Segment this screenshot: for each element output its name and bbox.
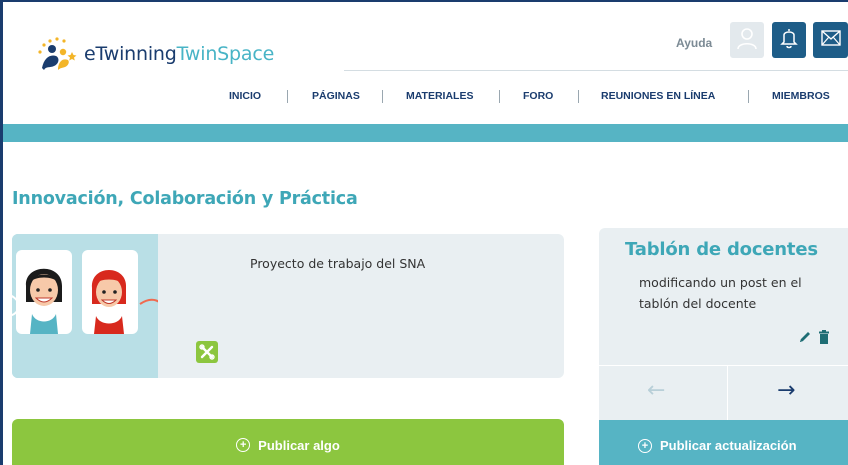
tools-icon[interactable]	[196, 341, 218, 363]
board-post-actions	[798, 329, 830, 348]
publish-update-button[interactable]: + Publicar actualización	[599, 420, 848, 465]
publish-something-button[interactable]: + Publicar algo	[12, 419, 564, 465]
page-title: Innovación, Colaboración y Práctica	[12, 189, 358, 209]
logo-figure-icon	[32, 30, 82, 72]
user-button[interactable]	[730, 22, 764, 58]
nav-separator	[499, 90, 500, 103]
plus-circle-icon: +	[236, 438, 251, 452]
publish-something-label: Publicar algo	[258, 437, 340, 453]
nav-separator	[287, 90, 288, 103]
nav-item-materiales[interactable]: MATERIALES	[406, 90, 473, 102]
header-band	[3, 124, 848, 142]
plus-circle-icon: +	[638, 438, 652, 453]
trash-icon[interactable]	[818, 329, 830, 348]
board-title: Tablón de docentes	[625, 239, 818, 260]
nav-item-miembros[interactable]: MIEMBROS	[772, 90, 830, 102]
nav-item-paginas[interactable]: PÁGINAS	[312, 90, 360, 102]
board-pagination: ← →	[599, 365, 848, 420]
teachers-board: Tablón de docentes modificando un post e…	[599, 228, 848, 465]
logo-text: eTwinningTwinSpace	[84, 43, 274, 65]
bell-icon	[780, 27, 798, 53]
notifications-button[interactable]	[772, 22, 806, 58]
board-post-text: modificando un post en el tablón del doc…	[639, 275, 802, 311]
logo-text-twinspace: TwinSpace	[176, 43, 275, 65]
nav-separator	[578, 90, 579, 103]
header-divider	[344, 70, 848, 71]
help-link[interactable]: Ayuda	[676, 36, 712, 50]
mail-icon	[820, 30, 841, 50]
pencil-icon[interactable]	[798, 329, 812, 348]
project-description: Proyecto de trabajo del SNA	[250, 256, 426, 271]
previous-arrow-icon[interactable]: ←	[647, 378, 665, 404]
user-icon	[736, 26, 758, 54]
project-card: Proyecto de trabajo del SNA	[12, 234, 564, 378]
publish-update-label: Publicar actualización	[660, 438, 797, 453]
nav-item-foro[interactable]: FORO	[523, 90, 553, 102]
project-image	[12, 234, 158, 378]
etwinning-logo[interactable]: eTwinningTwinSpace	[32, 30, 274, 72]
pagination-divider	[727, 366, 728, 420]
next-arrow-icon[interactable]: →	[777, 378, 795, 404]
nav-item-inicio[interactable]: INICIO	[229, 90, 261, 102]
nav-separator	[748, 90, 749, 103]
nav-separator	[382, 90, 383, 103]
logo-text-etwinning: eTwinning	[84, 43, 177, 65]
messages-button[interactable]	[813, 22, 848, 58]
nav-item-reuniones[interactable]: REUNIONES EN LÍNEA	[601, 90, 715, 102]
